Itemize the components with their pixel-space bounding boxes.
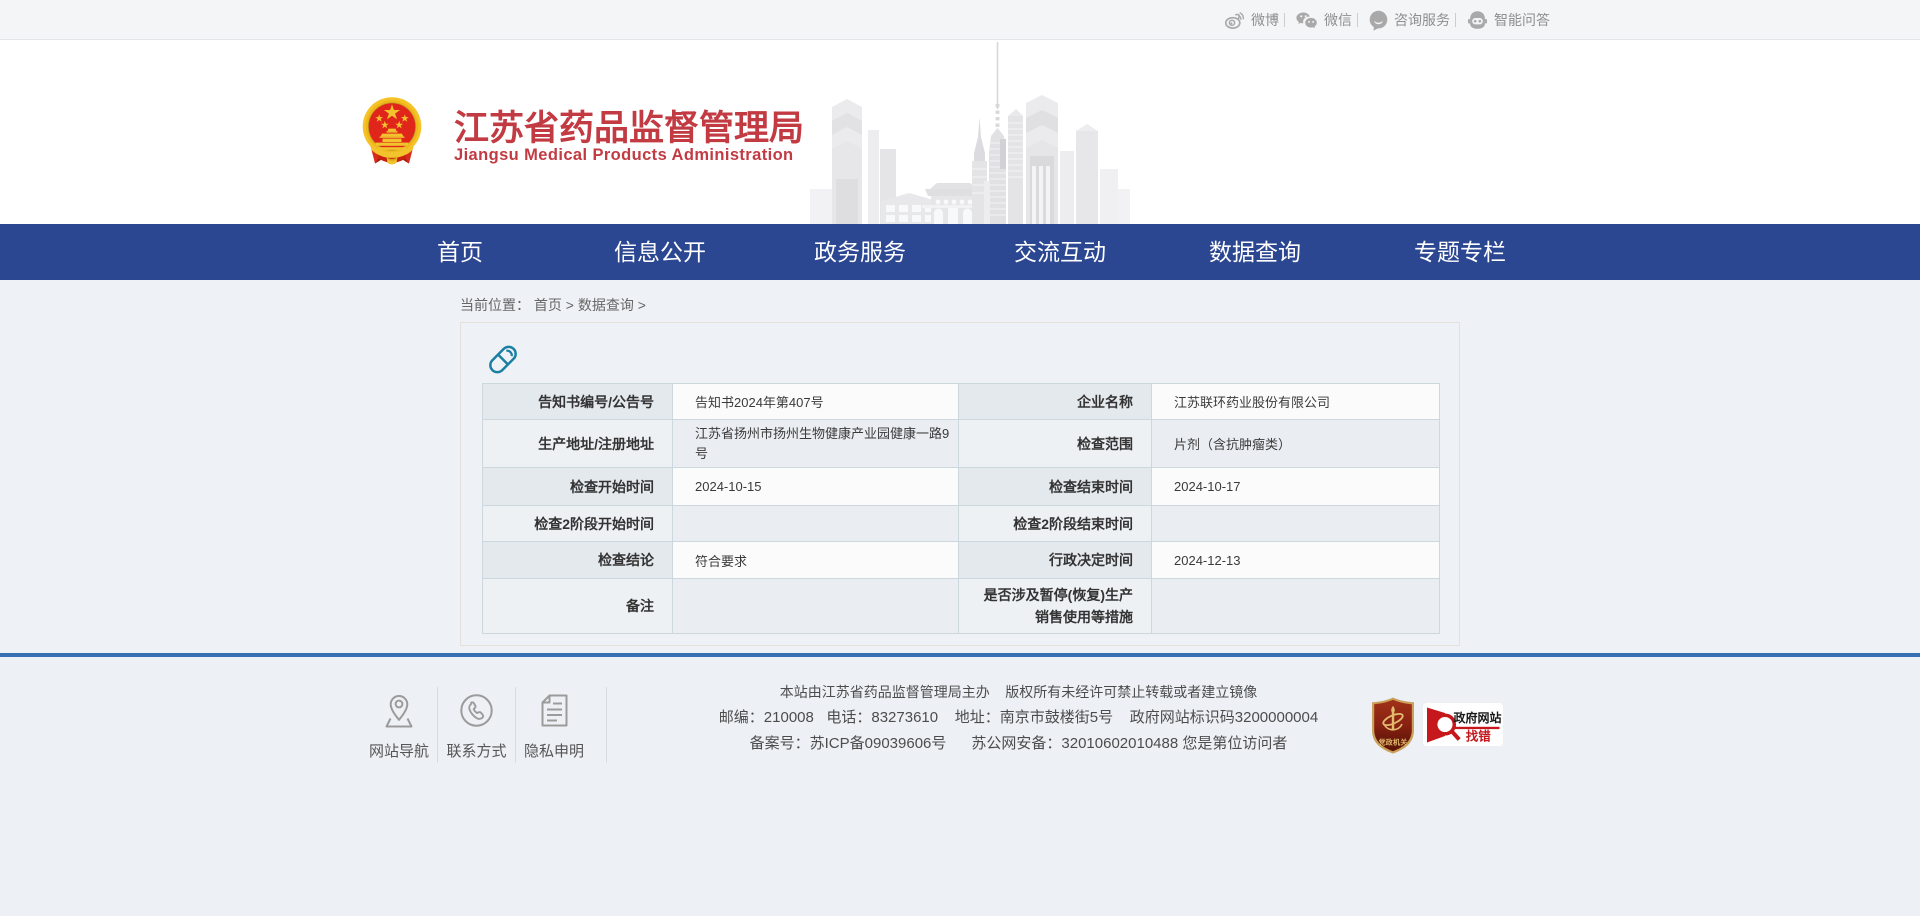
svg-text:政府网站: 政府网站 (1454, 710, 1502, 725)
svg-text:找错: 找错 (1466, 729, 1492, 744)
svg-text:党政机关: 党政机关 (1379, 738, 1408, 747)
